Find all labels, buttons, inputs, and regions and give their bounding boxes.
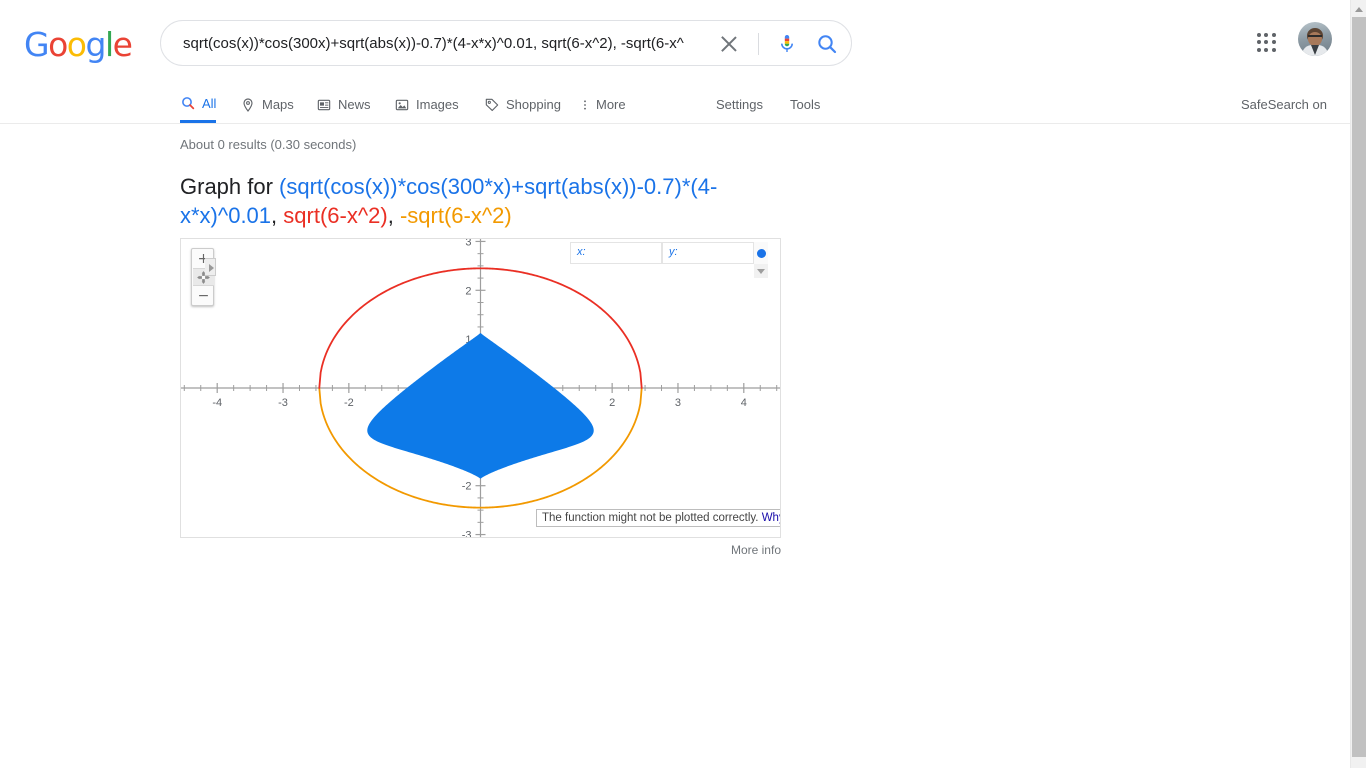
coordinate-x-field[interactable]: x: [570, 242, 662, 264]
plot-warning-text: The function might not be plotted correc… [542, 512, 759, 524]
title-separator-2: , [387, 203, 400, 228]
coordinate-readout: x: y: [570, 242, 768, 278]
legend-dot-container [754, 242, 768, 264]
results-count: About 0 results (0.30 seconds) [180, 137, 357, 152]
news-icon [316, 97, 332, 113]
more-info-link[interactable]: More info [180, 543, 781, 557]
tab-news[interactable]: News [316, 84, 371, 123]
logo-letter-o2: o [66, 25, 87, 64]
page-title: Graph for (sqrt(cos(x))*cos(300*x)+sqrt(… [180, 172, 800, 230]
tag-icon [484, 97, 500, 113]
settings-button[interactable]: Settings [716, 84, 763, 123]
search-icon[interactable] [815, 32, 839, 56]
logo-letter-e: e [112, 25, 133, 64]
kebab-icon [580, 97, 590, 113]
settings-label: Settings [716, 97, 763, 112]
legend-dot-icon [757, 249, 766, 258]
search-icon [180, 95, 196, 111]
svg-text:3: 3 [675, 397, 681, 409]
logo-letter-o1: o [48, 25, 68, 64]
chevron-right-icon[interactable] [205, 258, 216, 276]
apps-grid-icon[interactable] [1256, 32, 1278, 54]
tab-images[interactable]: Images [394, 84, 459, 123]
tab-maps-label: Maps [262, 97, 294, 112]
vertical-scrollbar[interactable] [1350, 0, 1366, 768]
svg-text:-2: -2 [462, 481, 472, 493]
logo-letter-G: G [24, 25, 50, 64]
plot-warning-link[interactable]: Why? [762, 512, 780, 524]
zoom-controls[interactable]: + − [191, 248, 214, 306]
search-box[interactable] [160, 20, 852, 66]
search-results-page: Google sqrt(cos(x))*cos(300x)+sqrt(abs(x… [0, 0, 1366, 768]
chevron-down-icon[interactable] [754, 264, 768, 278]
svg-text:-3: -3 [278, 397, 288, 409]
image-icon [394, 97, 410, 113]
svg-text:-3: -3 [462, 530, 472, 537]
tab-more-label: More [596, 97, 626, 112]
avatar[interactable] [1298, 22, 1332, 56]
graph-plot-panel[interactable]: -4 -3 -2 2 3 4 3 2 1 -2 -3 + − x: y: The… [180, 238, 781, 538]
svg-text:-2: -2 [344, 397, 354, 409]
logo-letter-g: g [85, 25, 106, 64]
zoom-out-button[interactable]: − [193, 287, 214, 305]
svg-text:4: 4 [741, 397, 747, 409]
page-header: Google sqrt(cos(x))*cos(300x)+sqrt(abs(x… [0, 0, 1350, 124]
coordinate-y-field[interactable]: y: [662, 242, 754, 264]
series-heart-region [367, 333, 594, 479]
microphone-icon[interactable] [775, 32, 799, 56]
search-nav-bar: All Maps News Images Shopping More Setti… [0, 84, 1350, 124]
function-3-link[interactable]: -sqrt(6-x^2) [400, 203, 512, 228]
svg-text:3: 3 [465, 239, 471, 248]
logo-letter-l: l [104, 25, 114, 64]
coordinate-x-label: x: [577, 246, 586, 258]
scroll-up-arrow-icon[interactable] [1351, 0, 1366, 17]
plot-canvas[interactable]: -4 -3 -2 2 3 4321-2-3 [181, 239, 780, 537]
scrollbar-thumb[interactable] [1352, 17, 1366, 757]
tab-all-label: All [202, 95, 217, 111]
tab-shopping-label: Shopping [506, 97, 561, 112]
tab-maps[interactable]: Maps [240, 84, 294, 123]
safesearch-status: SafeSearch on [1241, 84, 1327, 123]
graph-title-prefix: Graph for [180, 174, 280, 199]
function-2-link[interactable]: sqrt(6-x^2) [283, 203, 387, 228]
tab-shopping[interactable]: Shopping [484, 84, 561, 123]
search-divider [758, 33, 759, 55]
tab-all[interactable]: All [180, 84, 217, 123]
google-logo[interactable]: Google [24, 25, 133, 64]
plot-warning: The function might not be plotted correc… [536, 509, 780, 527]
tab-more[interactable]: More [580, 84, 626, 123]
svg-text:-4: -4 [212, 397, 222, 409]
title-separator-1: , [271, 203, 284, 228]
coordinate-y-label: y: [669, 246, 678, 258]
tools-label: Tools [790, 97, 821, 112]
svg-text:2: 2 [609, 397, 615, 409]
tab-news-label: News [338, 97, 371, 112]
svg-text:2: 2 [465, 285, 471, 297]
tools-button[interactable]: Tools [790, 84, 820, 123]
safesearch-label: SafeSearch on [1240, 97, 1327, 112]
pin-icon [240, 97, 256, 113]
search-input[interactable] [181, 21, 741, 65]
close-icon[interactable] [717, 32, 741, 56]
tab-images-label: Images [416, 97, 459, 112]
